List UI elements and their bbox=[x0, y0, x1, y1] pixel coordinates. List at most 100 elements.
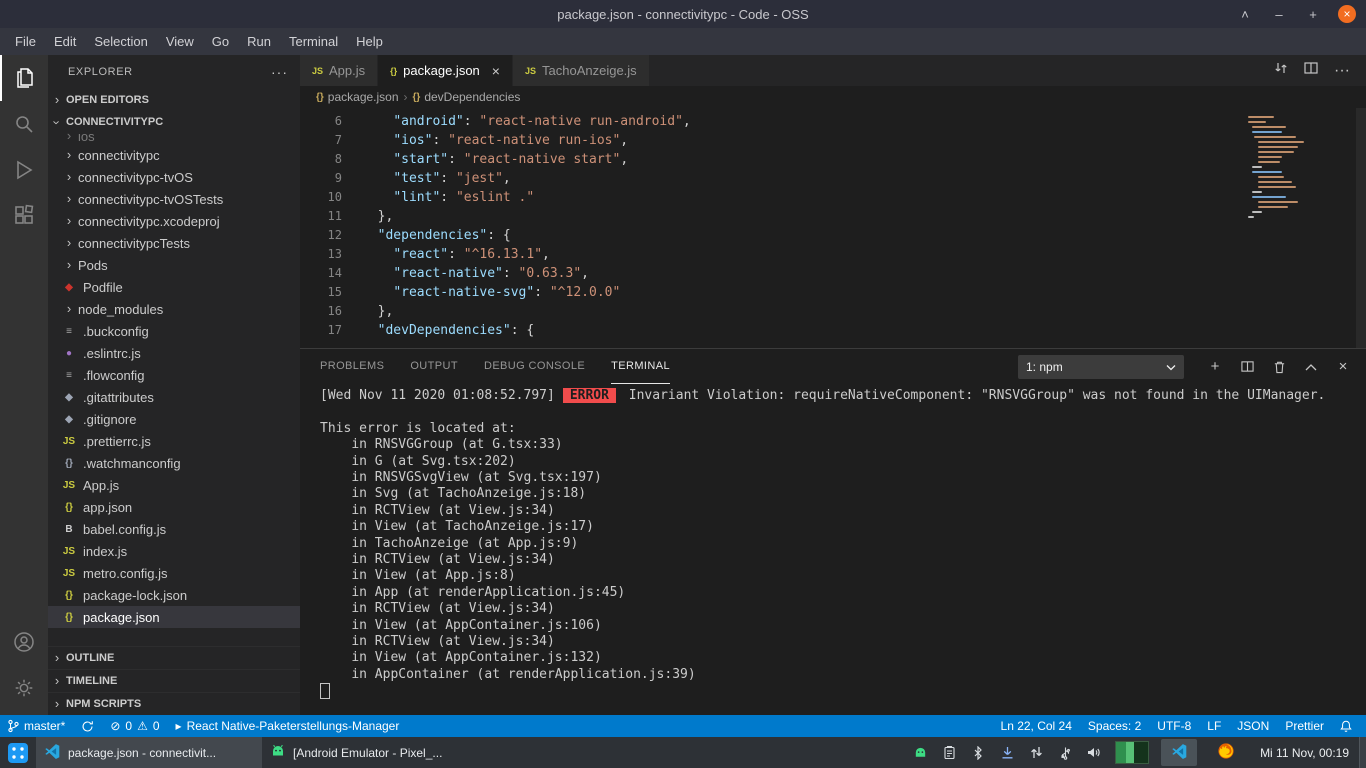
open-editors-section[interactable]: › OPEN EDITORS bbox=[48, 89, 300, 111]
section-outline[interactable]: › OUTLINE bbox=[48, 646, 300, 669]
tree-item-connectivitypc-tvos[interactable]: › connectivitypc-tvOS bbox=[48, 166, 300, 188]
tree-item-package-lock-json[interactable]: {} package-lock.json bbox=[48, 584, 300, 606]
status-eol[interactable]: LF bbox=[1199, 715, 1229, 737]
status-problems[interactable]: ⊘ 0 ⚠ 0 bbox=[102, 715, 167, 737]
tray-clipboard-icon[interactable] bbox=[940, 744, 958, 762]
more-actions-icon[interactable]: ··· bbox=[1334, 62, 1350, 80]
status-right: Ln 22, Col 24 Spaces: 2 UTF-8 LF JSON Prettie… bbox=[993, 715, 1366, 737]
tray-vscode-window[interactable] bbox=[1161, 739, 1198, 766]
tree-item-app-json[interactable]: {} app.json bbox=[48, 496, 300, 518]
explorer-icon[interactable] bbox=[0, 55, 48, 101]
menu-go[interactable]: Go bbox=[203, 28, 238, 55]
tab-app-js[interactable]: JS App.js bbox=[300, 55, 379, 86]
code-line: 8 "start": "react-native start", bbox=[300, 150, 1366, 169]
tree-item-babel-config-js[interactable]: Bbabel.config.js bbox=[48, 518, 300, 540]
section-timeline[interactable]: › TIMELINE bbox=[48, 669, 300, 692]
close-tab-icon[interactable]: × bbox=[492, 63, 500, 79]
run-debug-icon[interactable] bbox=[0, 147, 48, 193]
tray-network-icon[interactable] bbox=[1027, 744, 1045, 762]
tab-package-json[interactable]: {} package.json × bbox=[378, 55, 513, 86]
extensions-icon[interactable] bbox=[0, 193, 48, 239]
code-editor[interactable]: 6 "android": "react-native run-android",… bbox=[300, 108, 1366, 348]
status-notifications[interactable] bbox=[1332, 715, 1360, 737]
terminal-selector[interactable]: 1: npm bbox=[1018, 354, 1184, 379]
tray-emulator-window[interactable] bbox=[1114, 739, 1150, 766]
keep-above-icon[interactable]: ˄ bbox=[1236, 5, 1254, 23]
new-terminal-icon[interactable]: + bbox=[1206, 358, 1224, 376]
editor-scrollbar[interactable] bbox=[1356, 108, 1366, 348]
show-desktop-button[interactable] bbox=[1359, 737, 1366, 768]
more-actions-icon[interactable]: ··· bbox=[271, 64, 288, 80]
panel-tab-terminal[interactable]: TERMINAL bbox=[611, 349, 670, 384]
tree-item-ios[interactable]: › ios bbox=[48, 133, 300, 144]
menu-selection[interactable]: Selection bbox=[85, 28, 156, 55]
status-cursor-position[interactable]: Ln 22, Col 24 bbox=[993, 715, 1080, 737]
tree-item-eslintrc-js[interactable]: ● .eslintrc.js bbox=[48, 342, 300, 364]
tray-bluetooth-icon[interactable] bbox=[969, 744, 987, 762]
close-panel-icon[interactable]: × bbox=[1334, 358, 1352, 376]
status-encoding[interactable]: UTF-8 bbox=[1149, 715, 1199, 737]
close-icon[interactable]: × bbox=[1338, 5, 1356, 23]
status-left: master* ⊘ 0 ⚠ 0 ▸ React Native-Paketerstellung… bbox=[0, 715, 407, 737]
status-sync-status[interactable] bbox=[73, 715, 102, 737]
search-icon[interactable] bbox=[0, 101, 48, 147]
tree-item-gitignore[interactable]: ◆ .gitignore bbox=[48, 408, 300, 430]
tree-item-package-json[interactable]: {} package.json bbox=[48, 606, 300, 628]
kill-terminal-icon[interactable] bbox=[1270, 358, 1288, 376]
tray-volume-icon[interactable] bbox=[1085, 744, 1103, 762]
status-rn-packager[interactable]: ▸ React Native-Paketerstellungs-Manager bbox=[168, 715, 408, 737]
app-launcher-button[interactable] bbox=[0, 737, 36, 768]
split-terminal-icon[interactable] bbox=[1238, 358, 1256, 376]
tree-item-connectivitypc-tvostests[interactable]: › connectivitypc-tvOSTests bbox=[48, 188, 300, 210]
terminal-output[interactable]: [Wed Nov 11 2020 01:08:52.797] ERROR Inva… bbox=[300, 384, 1366, 715]
tree-item-podfile[interactable]: ◆ Podfile bbox=[48, 276, 300, 298]
menu-help[interactable]: Help bbox=[347, 28, 392, 55]
clock[interactable]: Mi 11 Nov, 00:19 bbox=[1250, 746, 1359, 760]
tree-item-metro-config-js[interactable]: JS metro.config.js bbox=[48, 562, 300, 584]
maximize-panel-icon[interactable] bbox=[1302, 358, 1320, 376]
tray-devices-icon[interactable] bbox=[1056, 744, 1074, 762]
tree-item-pods[interactable]: › Pods bbox=[48, 254, 300, 276]
taskbar-vscode-task[interactable]: package.json - connectivit... bbox=[36, 737, 262, 768]
minimize-icon[interactable]: – bbox=[1270, 5, 1288, 23]
tray-android-icon[interactable] bbox=[911, 744, 929, 762]
menu-run[interactable]: Run bbox=[238, 28, 280, 55]
taskbar-emulator-task[interactable]: [Android Emulator - Pixel_... bbox=[262, 737, 488, 768]
status-indentation[interactable]: Spaces: 2 bbox=[1080, 715, 1149, 737]
maximize-icon[interactable]: + bbox=[1304, 5, 1322, 23]
tray-firefox-window[interactable] bbox=[1208, 739, 1244, 766]
tab-tachoanzeige-js[interactable]: JS TachoAnzeige.js bbox=[512, 55, 650, 86]
tree-item-watchmanconfig[interactable]: {} .watchmanconfig bbox=[48, 452, 300, 474]
breadcrumb-item-package-json[interactable]: {} package.json bbox=[316, 90, 399, 104]
tree-item-connectivitypc-xcodeproj[interactable]: › connectivitypc.xcodeproj bbox=[48, 210, 300, 232]
code-text: "test": "jest", bbox=[393, 171, 511, 186]
menu-edit[interactable]: Edit bbox=[45, 28, 85, 55]
status-language-mode[interactable]: JSON bbox=[1229, 715, 1277, 737]
menu-terminal[interactable]: Terminal bbox=[280, 28, 347, 55]
status-formatter[interactable]: Prettier bbox=[1277, 715, 1332, 737]
menu-file[interactable]: File bbox=[6, 28, 45, 55]
tree-item-connectivitypc[interactable]: › connectivitypc bbox=[48, 144, 300, 166]
tree-item-prettierrc-js[interactable]: JS .prettierrc.js bbox=[48, 430, 300, 452]
tree-item-buckconfig[interactable]: ≡ .buckconfig bbox=[48, 320, 300, 342]
panel-tab-problems[interactable]: PROBLEMS bbox=[320, 349, 384, 384]
open-changes-icon[interactable] bbox=[1274, 61, 1288, 80]
breadcrumb-item-devdependencies[interactable]: {} devDependencies bbox=[413, 90, 521, 104]
split-editor-icon[interactable] bbox=[1304, 61, 1318, 80]
project-root-section[interactable]: › CONNECTIVITYPC bbox=[48, 111, 300, 133]
tree-item-app-js[interactable]: JS App.js bbox=[48, 474, 300, 496]
menu-view[interactable]: View bbox=[157, 28, 203, 55]
settings-gear-icon[interactable] bbox=[0, 665, 48, 711]
section-npm-scripts[interactable]: › NPM SCRIPTS bbox=[48, 692, 300, 715]
tree-item-flowconfig[interactable]: ≡ .flowconfig bbox=[48, 364, 300, 386]
panel-tab-output[interactable]: OUTPUT bbox=[410, 349, 458, 384]
account-icon[interactable] bbox=[0, 619, 48, 665]
tree-item-node-modules[interactable]: › node_modules bbox=[48, 298, 300, 320]
minimap[interactable] bbox=[1248, 108, 1354, 348]
tray-updates-icon[interactable] bbox=[998, 744, 1016, 762]
panel-tab-debug-console[interactable]: DEBUG CONSOLE bbox=[484, 349, 585, 384]
tree-item-gitattributes[interactable]: ◆ .gitattributes bbox=[48, 386, 300, 408]
status-git-branch[interactable]: master* bbox=[0, 715, 73, 737]
tree-item-index-js[interactable]: JS index.js bbox=[48, 540, 300, 562]
tree-item-connectivitypctests[interactable]: › connectivitypcTests bbox=[48, 232, 300, 254]
